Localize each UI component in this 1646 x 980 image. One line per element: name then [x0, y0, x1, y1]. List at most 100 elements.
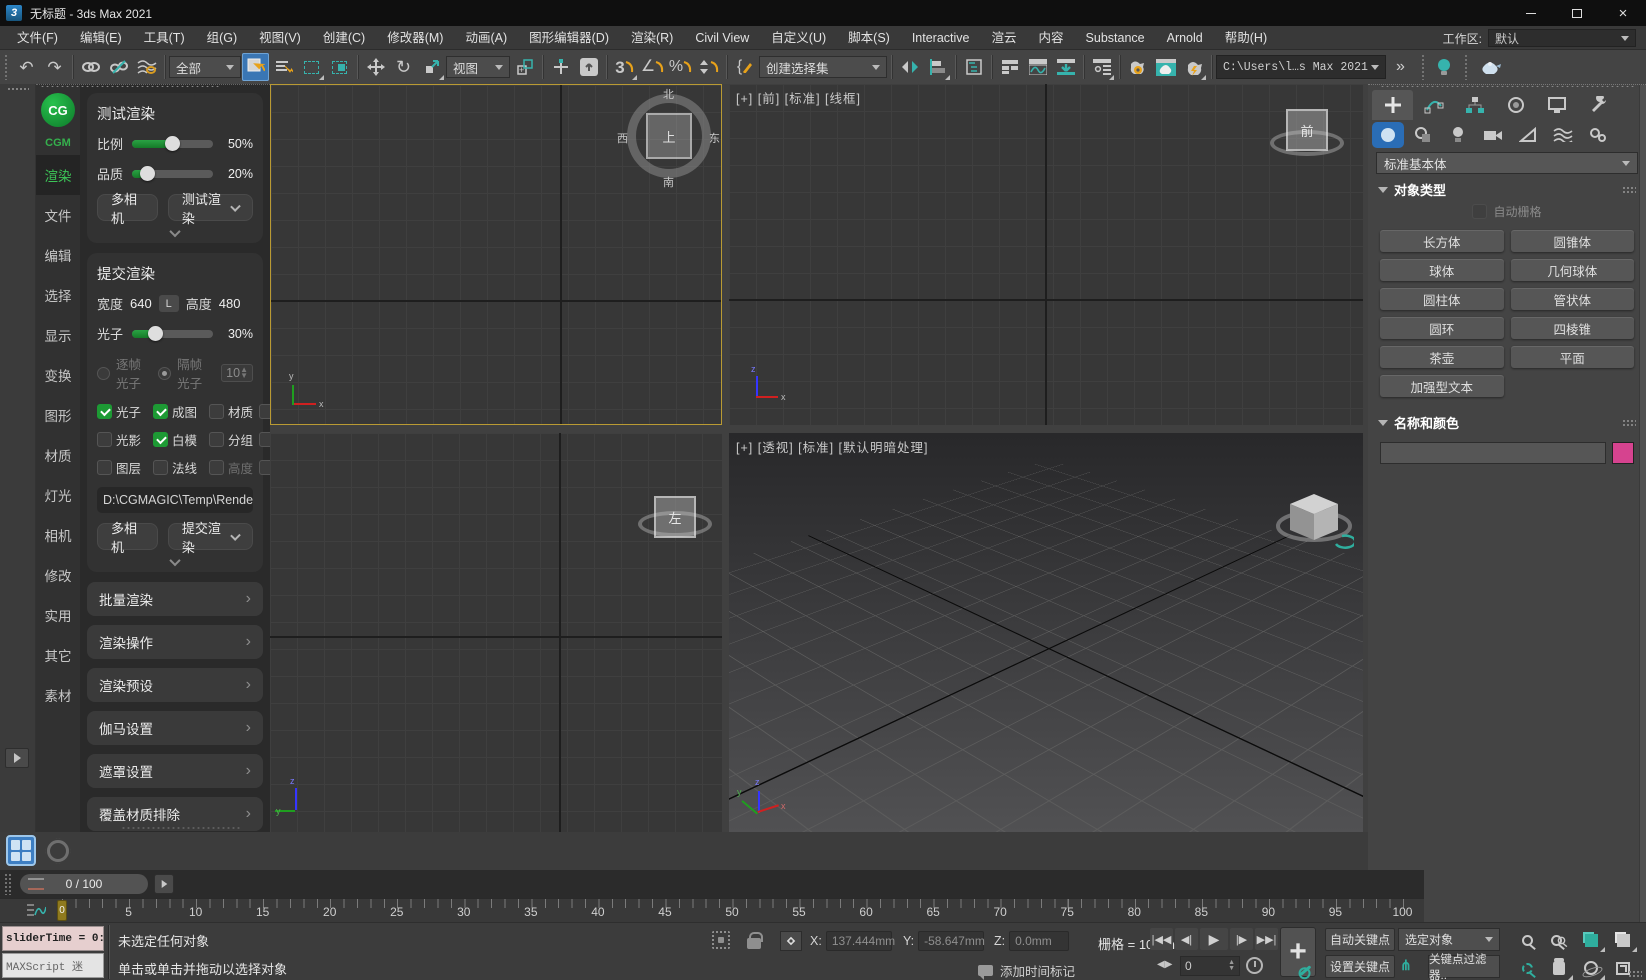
plugin-tab-edit[interactable]: 编辑	[36, 235, 80, 275]
rollout-render-ops[interactable]: 渲染操作	[87, 625, 263, 659]
viewcube-face[interactable]: 上	[646, 113, 692, 159]
time-configuration-button[interactable]	[1246, 957, 1263, 974]
menu-item[interactable]: Civil View	[684, 26, 760, 50]
menu-item[interactable]: 文件(F)	[6, 26, 69, 50]
isolate-selection-toggle[interactable]	[712, 931, 730, 949]
plugin-tab-other[interactable]: 其它	[36, 635, 80, 675]
zoom-all-button[interactable]	[1544, 927, 1574, 953]
plugin-tab-transform[interactable]: 变换	[36, 355, 80, 395]
set-key-button[interactable]: 设置关键点	[1325, 955, 1395, 978]
slider-knob[interactable]	[148, 326, 163, 341]
current-frame-field[interactable]: 0 ▲▼	[1180, 956, 1240, 976]
viewcube-face[interactable]: 前	[1286, 109, 1328, 151]
photon-slider[interactable]	[132, 330, 213, 338]
menu-item[interactable]: 视图(V)	[248, 26, 312, 50]
plugin-grip[interactable]	[40, 85, 220, 88]
select-by-name-button[interactable]	[270, 53, 297, 81]
maxscript-listener-white[interactable]: MAXScript 迷	[2, 953, 104, 978]
rectangular-selection-region-button[interactable]	[298, 53, 325, 81]
spinner-arrows-icon[interactable]: ▲▼	[240, 367, 248, 380]
tab-display[interactable]	[1536, 90, 1577, 120]
key-mode-toggle[interactable]: ◀▶	[1157, 959, 1172, 970]
plugin-tab-file[interactable]: 文件	[36, 195, 80, 235]
arnold-render-button[interactable]	[1477, 53, 1504, 81]
spinner-arrows-icon[interactable]: ▲▼	[1228, 960, 1235, 971]
select-and-link-icon[interactable]	[77, 53, 104, 81]
y-field[interactable]: -58.647mm	[918, 931, 984, 951]
keyboard-shortcut-override-button[interactable]	[575, 53, 602, 81]
submit-render-button[interactable]: 提交渲染	[168, 523, 253, 550]
menu-item[interactable]: Interactive	[901, 26, 981, 50]
toolbar-grip[interactable]	[1421, 54, 1426, 80]
ao-checkbox[interactable]	[259, 404, 270, 419]
render-setup-button[interactable]	[1124, 53, 1151, 81]
menu-item[interactable]: 修改器(M)	[376, 26, 454, 50]
rollout-gamma-settings[interactable]: 伽马设置	[87, 711, 263, 745]
viewcube-top[interactable]: 上 北 西 南 东	[623, 90, 715, 182]
pan-button[interactable]	[1544, 955, 1574, 980]
select-and-move-button[interactable]	[362, 53, 389, 81]
workspace-dropdown[interactable]: 默认	[1488, 29, 1636, 47]
test-render-button[interactable]: 测试渲染	[168, 194, 253, 221]
primitive-category-dropdown[interactable]: 标准基本体	[1376, 152, 1638, 174]
time-slider-grip[interactable]	[4, 873, 12, 895]
tab-hierarchy[interactable]	[1454, 90, 1495, 120]
viewcube-3d[interactable]	[1274, 488, 1354, 561]
material-editor-button[interactable]	[1088, 53, 1115, 81]
command-panel-grip[interactable]	[1380, 85, 1636, 88]
object-type-button[interactable]: 四棱锥	[1511, 317, 1635, 339]
object-type-button[interactable]: 长方体	[1380, 230, 1504, 252]
object-type-button[interactable]: 圆锥体	[1511, 230, 1635, 252]
zoom-region-button[interactable]	[1512, 955, 1542, 980]
x-field[interactable]: 137.444mm	[826, 931, 892, 951]
color-checkbox[interactable]	[259, 432, 270, 447]
clay-checkbox[interactable]	[153, 432, 168, 447]
shadow-checkbox[interactable]	[97, 432, 112, 447]
viewport-front[interactable]: [+] [前] [标准] [线框] 前 xz	[729, 84, 1363, 425]
track-bar[interactable]: 0510152025303540455055606570758085909510…	[0, 898, 1424, 922]
menu-item[interactable]: Arnold	[1156, 26, 1214, 50]
multicam-button[interactable]: 多相机	[97, 194, 158, 221]
output-path-field[interactable]: D:\CGMAGIC\Temp\Render(	[97, 487, 253, 513]
per-frame-photon-radio[interactable]	[97, 367, 110, 380]
object-color-swatch[interactable]	[1612, 442, 1634, 464]
group-checkbox[interactable]	[209, 432, 224, 447]
layer-explorer-button[interactable]	[996, 53, 1023, 81]
undo-button[interactable]: ↶	[13, 53, 40, 81]
select-and-scale-button[interactable]	[418, 53, 445, 81]
viewport-layout-tabs-button[interactable]	[6, 835, 36, 866]
maximize-button[interactable]	[1554, 0, 1600, 26]
light-toggle-button[interactable]	[1430, 53, 1457, 81]
panel-resize-grip[interactable]	[121, 826, 241, 830]
tab-utilities[interactable]	[1577, 90, 1618, 120]
plugin-tab-render[interactable]: 渲染	[36, 155, 80, 195]
maxscript-listener-pink[interactable]: sliderTime = 0:	[2, 926, 104, 951]
menu-item[interactable]: 渲云	[981, 26, 1028, 50]
panel-scrollbar[interactable]	[1639, 85, 1646, 922]
skip-frame-photon-radio[interactable]	[158, 367, 171, 380]
plugin-tab-select[interactable]: 选择	[36, 275, 80, 315]
menu-item[interactable]: 组(G)	[196, 26, 249, 50]
close-button[interactable]: ×	[1600, 0, 1646, 26]
time-slider-step-button[interactable]	[154, 874, 174, 894]
time-slider[interactable]: 0 / 100	[20, 874, 148, 894]
select-and-manipulate-button[interactable]	[547, 53, 574, 81]
object-type-button[interactable]: 平面	[1511, 346, 1635, 368]
schematic-view-button[interactable]	[1052, 53, 1079, 81]
image-checkbox[interactable]	[153, 404, 168, 419]
plugin-tab-modify[interactable]: 修改	[36, 555, 80, 595]
selection-set-dropdown[interactable]: 选定对象	[1398, 928, 1500, 951]
previous-frame-button[interactable]: ◀|	[1175, 928, 1198, 950]
menu-item[interactable]: 帮助(H)	[1214, 26, 1278, 50]
next-frame-button[interactable]: |▶	[1230, 928, 1253, 950]
object-type-button[interactable]: 管状体	[1511, 288, 1635, 310]
autogrid-checkbox[interactable]	[1472, 204, 1487, 219]
height-value[interactable]: 480	[219, 296, 241, 311]
rollout-render-presets[interactable]: 渲染预设	[87, 668, 263, 702]
viewport-label-perspective[interactable]: [+] [透视] [标准] [默认明暗处理]	[736, 437, 929, 456]
rollout-mask-settings[interactable]: 遮罩设置	[87, 754, 263, 788]
zoom-extents-button[interactable]	[1576, 927, 1606, 953]
plugin-tab-utility[interactable]: 实用	[36, 595, 80, 635]
edit-named-selection-sets-button[interactable]: {	[731, 53, 758, 81]
menu-item[interactable]: 创建(C)	[312, 26, 376, 50]
